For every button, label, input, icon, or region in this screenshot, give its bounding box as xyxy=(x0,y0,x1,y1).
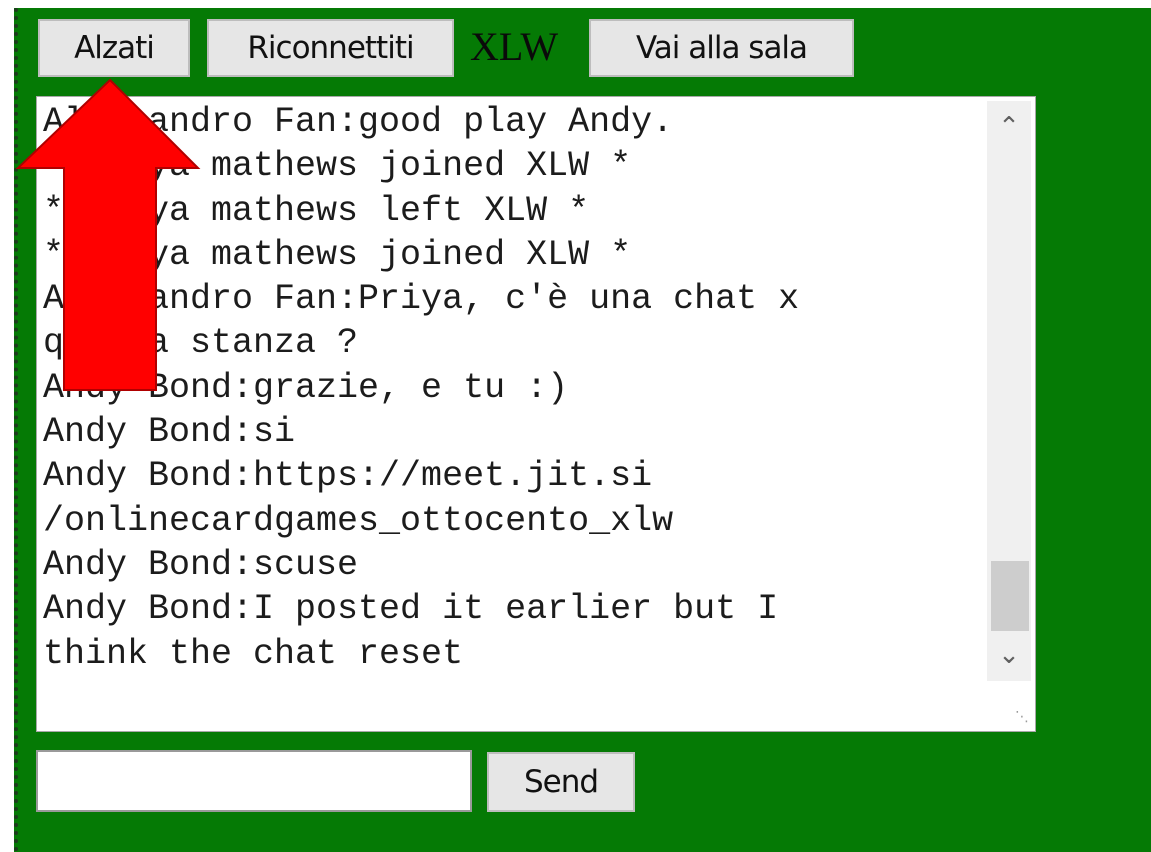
chevron-down-icon[interactable]: ⌄ xyxy=(987,635,1031,675)
chat-message: Andy Bond:si xyxy=(43,412,296,453)
chat-message: Andy Bond:scuse xyxy=(43,544,359,585)
go-to-hall-button[interactable]: Vai alla sala xyxy=(589,19,854,77)
message-input[interactable] xyxy=(36,750,472,812)
reconnect-button[interactable]: Riconnettiti xyxy=(207,19,454,77)
page: Alzati Riconnettiti XLW Vai alla sala Al… xyxy=(0,0,1151,852)
chat-message: Andy Bond:https://meet.jit.si xyxy=(43,456,653,497)
room-name-label: XLW xyxy=(470,24,559,69)
scrollbar-thumb[interactable] xyxy=(991,561,1029,631)
chat-message: * Priya mathews joined XLW * xyxy=(43,146,632,187)
chat-message-list: Alessandro Fan:good play Andy. * Priya m… xyxy=(43,100,983,676)
chat-message: Alessandro Fan:Priya, c'è una chat x xyxy=(43,279,800,320)
chat-message: Andy Bond:I posted it earlier but I xyxy=(43,589,779,630)
stand-up-button[interactable]: Alzati xyxy=(38,19,190,77)
chat-message: /onlinecardgames_ottocento_xlw xyxy=(43,500,674,541)
chat-log[interactable]: Alessandro Fan:good play Andy. * Priya m… xyxy=(36,96,1036,732)
chevron-up-icon[interactable]: ⌃ xyxy=(987,107,1031,147)
send-button[interactable]: Send xyxy=(487,752,635,812)
chat-message: think the chat reset xyxy=(43,633,464,674)
chat-message: Alessandro Fan:good play Andy. xyxy=(43,102,674,142)
chat-message: questa stanza ? xyxy=(43,323,359,364)
chat-message: * Priya mathews left XLW * xyxy=(43,190,590,231)
chat-scrollbar[interactable]: ⌃ ⌄ xyxy=(987,101,1031,681)
resize-grip-icon[interactable]: ⋱ xyxy=(1015,709,1029,725)
chat-message: Andy Bond:grazie, e tu :) xyxy=(43,367,569,408)
chat-message: * Priya mathews joined XLW * xyxy=(43,234,632,275)
